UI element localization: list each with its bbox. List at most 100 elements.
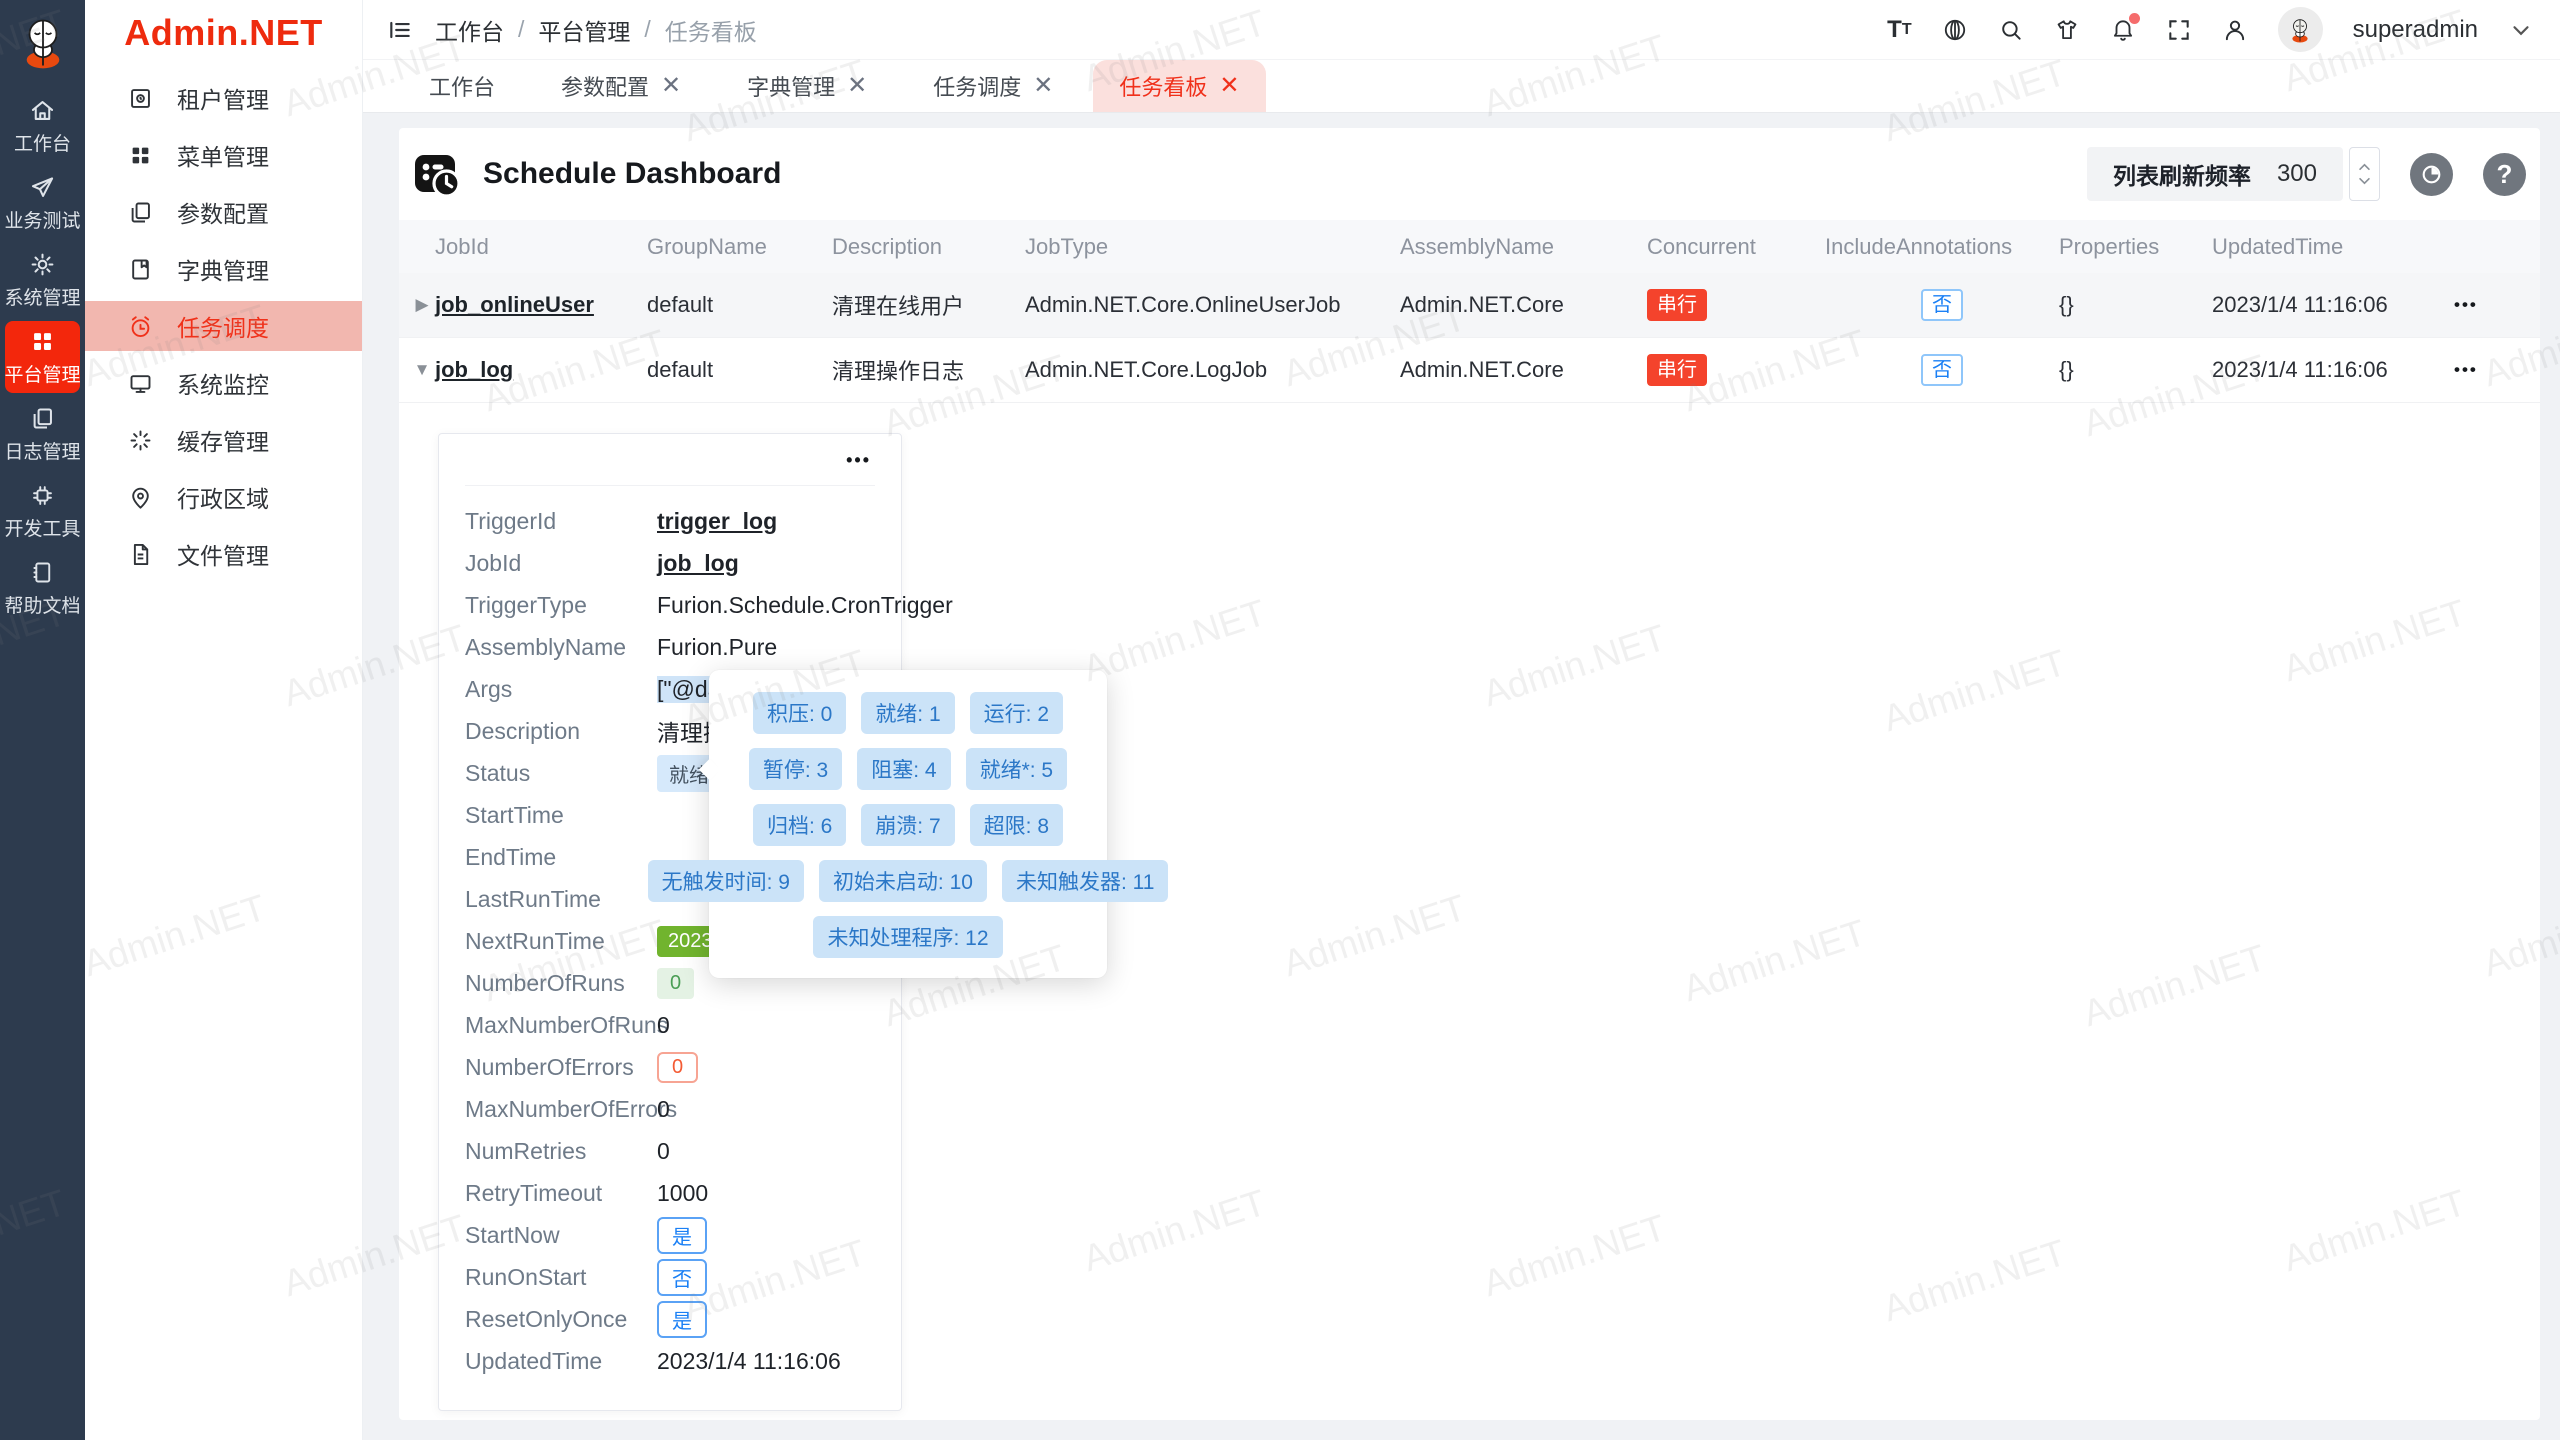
tooltip-row: 无触发时间: 9 初始未启动: 10 未知触发器: 11 [723,860,1093,902]
rail-item-workbench[interactable]: 工作台 [5,90,80,162]
detail-actions-ellipsis-icon[interactable]: ••• [846,450,871,471]
concurrent-badge: 串行 [1647,354,1707,386]
profile-icon[interactable] [2222,17,2248,43]
app-logo[interactable] [16,16,70,70]
close-icon[interactable]: ✕ [661,74,681,98]
sidebar-item-tenant[interactable]: 租户管理 [85,73,362,123]
detail-label: RunOnStart [465,1264,657,1291]
sidebar-item-files[interactable]: 文件管理 [85,529,362,579]
breadcrumb-item[interactable]: 平台管理 [538,13,630,47]
cell-group: default [647,357,832,383]
caret-right-icon[interactable]: ▶ [409,295,435,315]
stepper-down-icon[interactable] [2358,177,2371,185]
rail-item-label: 日志管理 [5,437,81,464]
status-pill: 阻塞: 4 [857,748,950,790]
help-button[interactable]: ? [2483,153,2526,196]
alarm-clock-icon [127,313,154,340]
detail-label: Status [465,760,657,787]
user-avatar[interactable] [2278,7,2323,52]
clock-icon [2419,162,2444,187]
sidebar-item-monitor[interactable]: 系统监控 [85,358,362,408]
gear-icon [29,251,56,278]
detail-label: LastRunTime [465,886,657,913]
tab-workbench[interactable]: 工作台 [403,60,521,112]
app-root: 工作台 业务测试 系统管理 平台管理 日志管理 [0,0,2560,1440]
rail-item-platform-mgmt[interactable]: 平台管理 [5,321,80,393]
menu-grid-icon [127,142,154,169]
params-docs-icon [127,199,154,226]
number-of-errors-badge: 0 [657,1052,698,1083]
timer-clock-button[interactable] [2410,153,2453,196]
stepper-up-icon[interactable] [2358,163,2371,171]
detail-label: TriggerId [465,508,657,535]
sidebar-item-cache[interactable]: 缓存管理 [85,415,362,465]
rail-item-help-docs[interactable]: 帮助文档 [5,552,80,624]
caret-down-icon[interactable]: ▼ [409,360,435,380]
row-actions-ellipsis-icon[interactable]: ••• [2454,360,2540,380]
sidebar-item-params[interactable]: 参数配置 [85,187,362,237]
cell-properties: {} [2059,357,2212,383]
cell-job-id[interactable]: job_log [435,357,647,383]
column-header: AssemblyName [1400,234,1647,260]
expanded-row-zone: ••• TriggerId trigger_log JobId job_log [399,403,2540,1420]
detail-label: MaxNumberOfRuns [465,1012,657,1039]
status-pill: 无触发时间: 9 [648,860,804,902]
concurrent-badge: 串行 [1647,289,1707,321]
trigger-id-link[interactable]: trigger_log [657,508,777,535]
refresh-rate-value[interactable]: 300 [2277,160,2317,188]
breadcrumb-item[interactable]: 工作台 [435,13,504,47]
fullscreen-icon[interactable] [2166,17,2192,43]
cell-updated-time: 2023/1/4 11:16:06 [2212,292,2454,318]
table-row[interactable]: ▼ job_log default 清理操作日志 Admin.NET.Core.… [399,338,2540,403]
rail-item-system-mgmt[interactable]: 系统管理 [5,244,80,316]
rail-item-log-mgmt[interactable]: 日志管理 [5,398,80,470]
tab-schedule-dashboard[interactable]: 任务看板 ✕ [1093,60,1265,112]
close-icon[interactable]: ✕ [1219,74,1239,98]
tab-dictionary[interactable]: 字典管理 ✕ [721,60,893,112]
close-icon[interactable]: ✕ [1033,74,1053,98]
search-icon[interactable] [1998,17,2024,43]
username[interactable]: superadmin [2353,16,2478,44]
detail-label: AssemblyName [465,634,657,661]
tab-label: 任务看板 [1119,70,1207,102]
rail-item-label: 帮助文档 [5,591,81,618]
home-icon [29,97,56,124]
detail-label: StartTime [465,802,657,829]
cell-job-type: Admin.NET.Core.OnlineUserJob [1025,292,1400,318]
chevron-down-icon[interactable] [2508,17,2534,43]
detail-row: RetryTimeout 1000 [465,1172,875,1214]
notification-bell-icon[interactable] [2110,17,2136,43]
detail-value: Furion.Pure [657,634,777,661]
column-header: JobId [435,234,647,260]
detail-label: ResetOnlyOnce [465,1306,657,1333]
job-id-link[interactable]: job_log [657,550,739,577]
column-header: JobType [1025,234,1400,260]
rail-item-dev-tools[interactable]: 开发工具 [5,475,80,547]
row-actions-ellipsis-icon[interactable]: ••• [2454,295,2540,315]
include-annotations-badge: 否 [1921,354,1963,386]
collapse-menu-icon[interactable] [387,17,413,43]
sidebar-item-menu[interactable]: 菜单管理 [85,130,362,180]
dashboard-header: Schedule Dashboard 列表刷新频率 300 [399,128,2540,220]
status-pill: 运行: 2 [970,692,1063,734]
table-row[interactable]: ▶ job_onlineUser default 清理在线用户 Admin.NE… [399,273,2540,338]
mascot-logo-icon [16,16,70,70]
sidebar-item-schedule[interactable]: 任务调度 [85,301,362,351]
topbar: 工作台 / 平台管理 / 任务看板 TT [363,0,2560,60]
theme-shirt-icon[interactable] [2054,17,2080,43]
close-icon[interactable]: ✕ [847,74,867,98]
refresh-rate-input[interactable]: 列表刷新频率 300 [2087,147,2343,201]
tab-schedule[interactable]: 任务调度 ✕ [907,60,1079,112]
content-area: Schedule Dashboard 列表刷新频率 300 [363,113,2560,1440]
sidebar-item-region[interactable]: 行政区域 [85,472,362,522]
language-icon[interactable] [1942,17,1968,43]
rail-item-business-test[interactable]: 业务测试 [5,167,80,239]
font-size-icon[interactable]: TT [1887,18,1911,42]
cell-job-id[interactable]: job_onlineUser [435,292,647,318]
status-pill: 就绪*: 5 [966,748,1068,790]
rail-item-label: 工作台 [14,129,71,156]
tab-params[interactable]: 参数配置 ✕ [535,60,707,112]
sidebar-item-dictionary[interactable]: 字典管理 [85,244,362,294]
detail-label: RetryTimeout [465,1180,657,1207]
detail-row: AssemblyName Furion.Pure [465,626,875,668]
